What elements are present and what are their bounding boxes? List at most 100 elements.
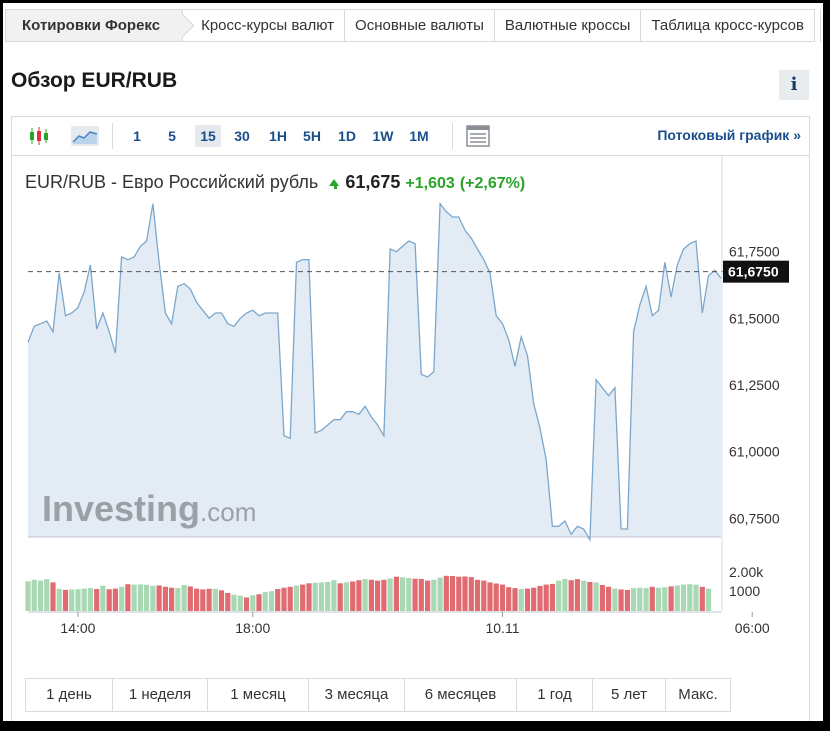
x-tick-label: 14:00 bbox=[60, 620, 95, 636]
volume-bar bbox=[593, 582, 599, 611]
volume-bar bbox=[281, 587, 287, 611]
range-1-week[interactable]: 1 неделя bbox=[113, 679, 208, 711]
volume-bar bbox=[400, 577, 406, 611]
volume-bar bbox=[325, 582, 331, 611]
info-button[interactable]: i bbox=[779, 70, 809, 100]
volume-bar bbox=[624, 589, 630, 611]
volume-bar bbox=[537, 585, 543, 611]
volume-bar bbox=[250, 595, 256, 611]
volume-bar bbox=[612, 588, 618, 611]
volume-bar bbox=[549, 583, 555, 611]
volume-bar bbox=[462, 576, 468, 611]
watermark-brand: Investing bbox=[42, 488, 200, 529]
x-tick-label: 10.11 bbox=[485, 620, 519, 636]
volume-bar bbox=[106, 589, 112, 611]
tab-forex-quotes[interactable]: Котировки Форекс bbox=[5, 9, 184, 42]
y-tick-label: 61,5000 bbox=[729, 310, 780, 326]
volume-bar bbox=[337, 583, 343, 611]
volume-bar bbox=[662, 587, 668, 611]
volume-bar bbox=[362, 579, 368, 611]
volume-bar bbox=[499, 584, 506, 611]
range-6-months[interactable]: 6 месяцев bbox=[405, 679, 517, 711]
volume-bar bbox=[343, 582, 349, 611]
volume-bar bbox=[668, 586, 674, 611]
volume-bar bbox=[293, 585, 300, 611]
volume-bar bbox=[237, 595, 243, 611]
range-3-months[interactable]: 3 месяца bbox=[309, 679, 405, 711]
volume-bar bbox=[156, 585, 162, 611]
volume-bar bbox=[175, 588, 181, 611]
volume-bar bbox=[94, 589, 100, 611]
volume-bar bbox=[705, 588, 712, 611]
volume-bar bbox=[449, 576, 456, 611]
volume-bar bbox=[206, 588, 212, 611]
volume-bar bbox=[693, 584, 699, 611]
volume-bar bbox=[37, 580, 44, 611]
tab-cross-rates[interactable]: Кросс-курсы валют bbox=[183, 9, 346, 42]
volume-bar bbox=[474, 579, 481, 611]
volume-bar bbox=[181, 585, 187, 611]
volume-bar bbox=[680, 584, 687, 611]
volume-bar bbox=[131, 584, 137, 611]
volume-bar bbox=[431, 579, 437, 611]
volume-bar bbox=[456, 576, 462, 611]
volume-bar bbox=[112, 588, 118, 611]
volume-bar bbox=[69, 589, 75, 611]
volume-bar bbox=[493, 583, 499, 611]
volume-bar bbox=[194, 588, 200, 611]
volume-bar bbox=[81, 588, 87, 611]
volume-bar bbox=[212, 588, 218, 611]
volume-bar bbox=[243, 597, 250, 611]
tab-currency-crosses[interactable]: Валютные кроссы bbox=[494, 9, 642, 42]
price-chart[interactable]: Investing.com 61,7500 61,5000 61,2500 61,000… bbox=[12, 117, 809, 672]
volume-bar bbox=[375, 580, 381, 611]
volume-bar bbox=[587, 582, 593, 611]
volume-bar bbox=[218, 590, 225, 611]
range-1-day[interactable]: 1 день bbox=[26, 679, 113, 711]
range-1-year[interactable]: 1 год bbox=[517, 679, 593, 711]
top-tabs: Котировки Форекс Кросс-курсы валют Основ… bbox=[5, 9, 815, 42]
volume-bar bbox=[312, 582, 318, 611]
tab-cross-table[interactable]: Таблица кросс-курсов bbox=[641, 9, 815, 42]
tab-major-currencies[interactable]: Основные валюты bbox=[345, 9, 495, 42]
volume-bar bbox=[144, 584, 150, 611]
volume-bar bbox=[162, 586, 168, 611]
volume-bar bbox=[381, 579, 387, 611]
volume-bar bbox=[562, 578, 568, 611]
y-tick-label: 61,2500 bbox=[729, 377, 780, 393]
range-1-month[interactable]: 1 месяц bbox=[208, 679, 309, 711]
volume-bar bbox=[531, 587, 537, 611]
range-max[interactable]: Макс. bbox=[666, 679, 730, 711]
volume-bar bbox=[262, 592, 268, 611]
y-tick-label: 61,0000 bbox=[729, 444, 780, 460]
volume-bar bbox=[31, 579, 37, 611]
volume-bar bbox=[518, 589, 524, 611]
volume-bar bbox=[300, 584, 306, 611]
volume-bar bbox=[412, 578, 418, 611]
x-tick-label: 18:00 bbox=[235, 620, 270, 636]
volume-bar bbox=[437, 577, 443, 611]
volume-bar bbox=[656, 587, 662, 611]
volume-tick-label: 2.00k bbox=[729, 564, 764, 580]
volume-bar bbox=[481, 580, 487, 611]
volume-bar bbox=[393, 576, 399, 611]
volume-bar bbox=[87, 588, 93, 611]
volume-bar bbox=[468, 577, 474, 611]
volume-bar bbox=[306, 583, 312, 611]
volume-bar bbox=[231, 594, 237, 611]
tabs-overflow-edge bbox=[820, 9, 823, 42]
chart-panel: 1 5 15 30 1H 5H 1D 1W 1M Потоковый графи… bbox=[11, 116, 810, 721]
volume-bar bbox=[318, 582, 324, 611]
y-tick-label: 60,7500 bbox=[729, 510, 780, 526]
volume-bar bbox=[200, 589, 206, 611]
range-5-years[interactable]: 5 лет bbox=[593, 679, 666, 711]
volume-bar bbox=[125, 584, 131, 611]
volume-bar bbox=[368, 579, 374, 611]
volume-bar bbox=[512, 588, 518, 611]
watermark-suffix: .com bbox=[200, 497, 256, 527]
volume-bar bbox=[44, 579, 50, 611]
range-selector: 1 день 1 неделя 1 месяц 3 месяца 6 месяц… bbox=[25, 678, 731, 712]
volume-bar bbox=[50, 582, 56, 611]
volume-bar bbox=[137, 584, 143, 611]
volume-bar bbox=[387, 578, 393, 611]
